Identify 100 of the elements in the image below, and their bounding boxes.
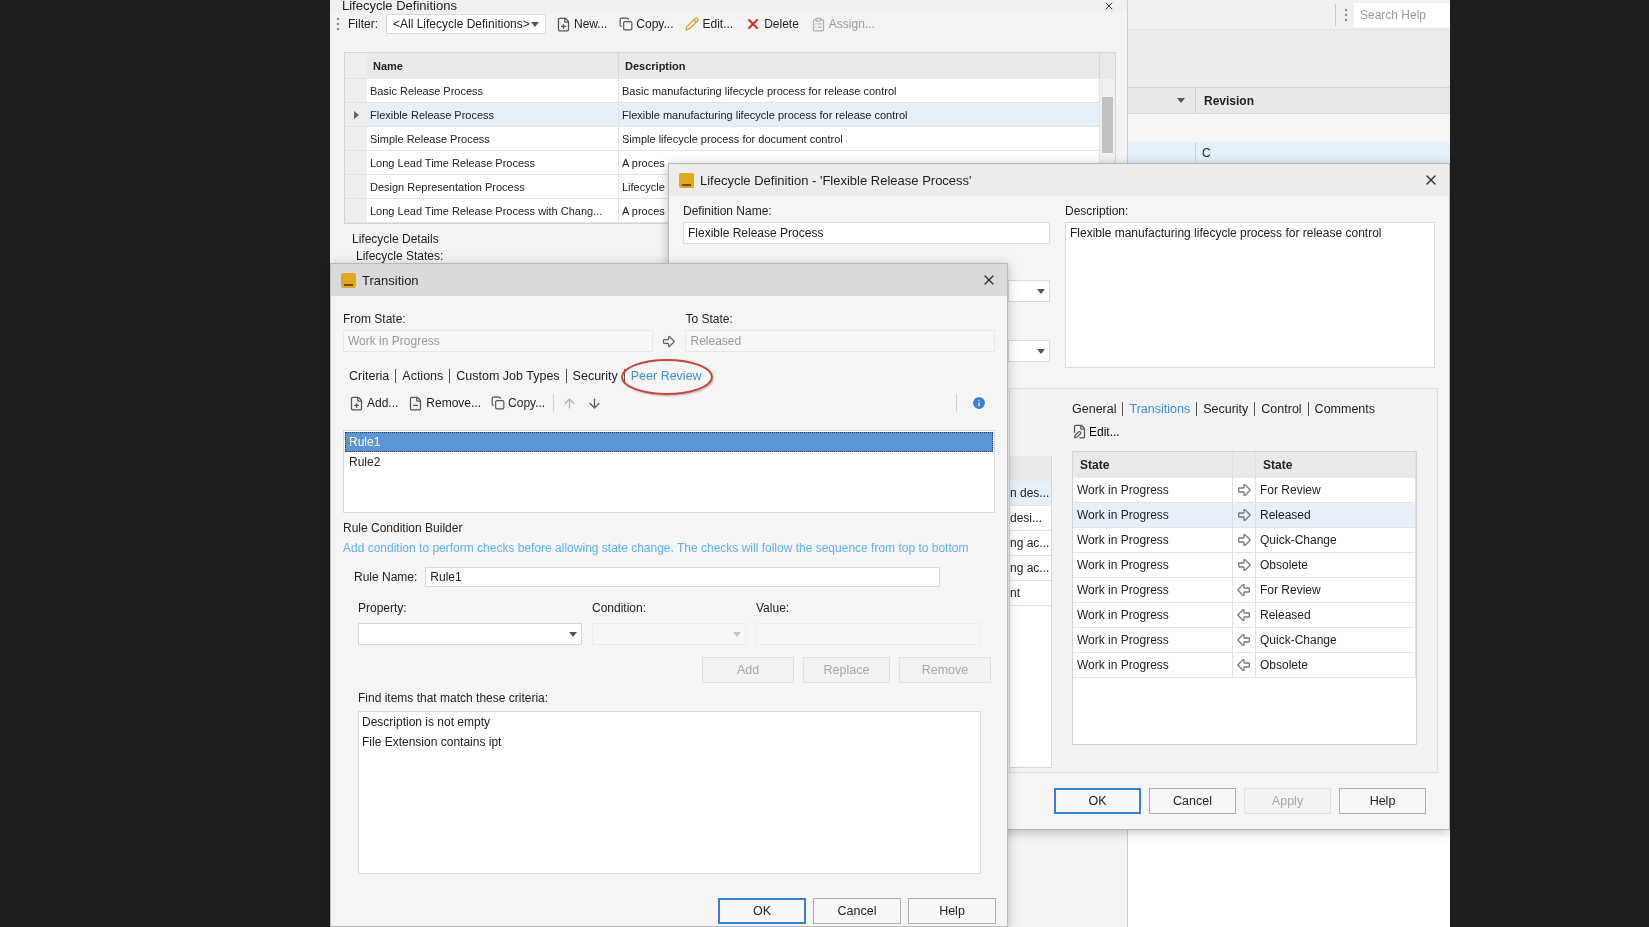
- app-icon: [341, 272, 356, 288]
- row-header: [345, 127, 367, 151]
- caret-icon: [1037, 348, 1045, 354]
- app-icon: [679, 172, 694, 188]
- table-row[interactable]: Work in Progress For Review: [1073, 578, 1416, 603]
- description-field[interactable]: Flexible manufacturing lifecycle process for release control: [1065, 222, 1435, 368]
- edit-document-icon: [1072, 424, 1087, 439]
- copy-icon: [491, 396, 506, 410]
- dialog-button[interactable]: Help: [908, 898, 996, 924]
- left-arrow-icon: [1236, 657, 1252, 673]
- tab[interactable]: General: [1072, 402, 1117, 416]
- more-icon[interactable]: [1344, 7, 1348, 22]
- more-icon[interactable]: [336, 17, 340, 31]
- right-arrow-icon: [1236, 557, 1252, 573]
- toolbar-button[interactable]: Copy...: [617, 17, 676, 31]
- table-row[interactable]: Work in Progress For Review: [1073, 478, 1416, 503]
- dropdown[interactable]: [1008, 340, 1050, 362]
- field-label: Value:: [756, 601, 791, 615]
- tab[interactable]: Actions: [402, 369, 444, 383]
- table-cell: Released: [1256, 603, 1416, 627]
- field-label: Find items that match these criteria:: [358, 691, 550, 705]
- field-label: Rule Name:: [354, 570, 418, 584]
- caret-icon: [1177, 98, 1185, 103]
- table-row[interactable]: Work in Progress Quick-Change: [1073, 628, 1416, 653]
- field-label: Condition:: [592, 601, 648, 615]
- table-cell: Work in Progress: [1073, 603, 1233, 627]
- document-plus-icon: [349, 395, 364, 411]
- table-row[interactable]: Flexible Release Process Flexible manufacturing lifecycle process for release control: [345, 103, 1100, 127]
- toolbar-button[interactable]: New...: [554, 16, 610, 32]
- hint-text: Add condition to perform checks before allowing state change. The checks will follow the sequence from top to bottom: [343, 541, 970, 555]
- section-title: Rule Condition Builder: [343, 521, 464, 535]
- toolbar-button[interactable]: Copy...: [489, 396, 548, 410]
- tab[interactable]: Comments: [1314, 402, 1376, 416]
- tab[interactable]: Custom Job Types: [456, 369, 560, 383]
- field-label: To State:: [685, 312, 734, 326]
- pencil-icon: [685, 17, 700, 31]
- dialog-title: Transition: [362, 272, 419, 288]
- list-item[interactable]: n des...: [1010, 481, 1051, 506]
- right-arrow-icon: [1236, 507, 1252, 523]
- down-arrow-icon: [587, 395, 603, 411]
- caret-icon: [531, 21, 539, 27]
- table-cell: Work in Progress: [1073, 653, 1233, 677]
- dialog-button[interactable]: OK: [718, 898, 806, 924]
- table-cell: Quick-Change: [1256, 528, 1416, 552]
- group-title: Lifecycle Details: [352, 232, 439, 246]
- dialog-button[interactable]: Cancel: [813, 898, 901, 924]
- table-cell: Obsolete: [1256, 553, 1416, 577]
- field-label: From State:: [343, 312, 407, 326]
- toolbar-button[interactable]: Remove...: [406, 395, 484, 411]
- table-cell: Released: [1256, 503, 1416, 527]
- list-item[interactable]: Description is not empty: [362, 715, 977, 729]
- table-row[interactable]: Basic Release Process Basic manufacturing lifecycle process for release control: [345, 79, 1100, 103]
- left-arrow-icon: [1236, 582, 1252, 598]
- dropdown[interactable]: [1008, 280, 1050, 302]
- toolbar-button[interactable]: Add...: [347, 395, 401, 411]
- dialog-button[interactable]: OK: [1054, 788, 1141, 814]
- table-cell: Obsolete: [1256, 653, 1416, 677]
- table-cell: For Review: [1256, 478, 1416, 502]
- edit-button[interactable]: Edit...: [1072, 424, 1120, 439]
- table-row[interactable]: Work in Progress Released: [1073, 503, 1416, 528]
- info-icon[interactable]: [971, 395, 987, 411]
- dialog-button[interactable]: Help: [1339, 788, 1426, 814]
- right-arrow-icon: [660, 333, 676, 349]
- row-header: [345, 79, 367, 103]
- filter-dropdown[interactable]: <All Lifecycle Definitions>: [386, 14, 546, 34]
- tab[interactable]: Security: [572, 369, 618, 383]
- row-header: [345, 175, 367, 199]
- left-arrow-icon: [1236, 607, 1252, 623]
- copy-icon: [619, 17, 634, 31]
- toolbar-button[interactable]: Delete: [743, 16, 801, 32]
- table-row[interactable]: C: [1128, 142, 1450, 163]
- table-row[interactable]: Work in Progress Quick-Change: [1073, 528, 1416, 553]
- list-item[interactable]: File Extension contains ipt: [362, 735, 977, 749]
- table-cell: Work in Progress: [1073, 528, 1233, 552]
- table-cell: Long Lead Time Release Process with Chang...: [367, 199, 619, 223]
- tab[interactable]: Control: [1261, 402, 1302, 416]
- table-cell: Work in Progress: [1073, 578, 1233, 602]
- dialog-button[interactable]: Cancel: [1149, 788, 1236, 814]
- row-pointer-icon: [353, 110, 359, 119]
- table-row[interactable]: Work in Progress Obsolete: [1073, 553, 1416, 578]
- table-cell: Quick-Change: [1256, 628, 1416, 652]
- new-document-icon: [556, 16, 571, 32]
- tab[interactable]: Security: [1203, 402, 1249, 416]
- dialog-title: Lifecycle Definition - 'Flexible Release Process': [700, 172, 972, 188]
- caret-icon: [733, 631, 741, 637]
- rule-name-field[interactable]: Rule1: [425, 567, 941, 587]
- table-cell: Work in Progress: [1073, 478, 1233, 502]
- toolbar-button[interactable]: Edit...: [683, 17, 736, 31]
- caret-icon: [569, 631, 577, 637]
- right-arrow-icon: [1236, 482, 1252, 498]
- row-header: [345, 151, 367, 175]
- table-row[interactable]: Work in Progress Released: [1073, 603, 1416, 628]
- name-field[interactable]: Flexible Release Process: [683, 222, 1050, 244]
- table-row[interactable]: Simple Release Process Simple lifecycle process for document control: [345, 127, 1100, 151]
- close-icon[interactable]: [1103, 0, 1115, 12]
- filter-label: Filter:: [348, 17, 378, 31]
- search-field[interactable]: Search Help: [1354, 2, 1450, 27]
- table-row[interactable]: Work in Progress Obsolete: [1073, 653, 1416, 678]
- table-cell: For Review: [1256, 578, 1416, 602]
- tab[interactable]: Criteria: [349, 369, 390, 383]
